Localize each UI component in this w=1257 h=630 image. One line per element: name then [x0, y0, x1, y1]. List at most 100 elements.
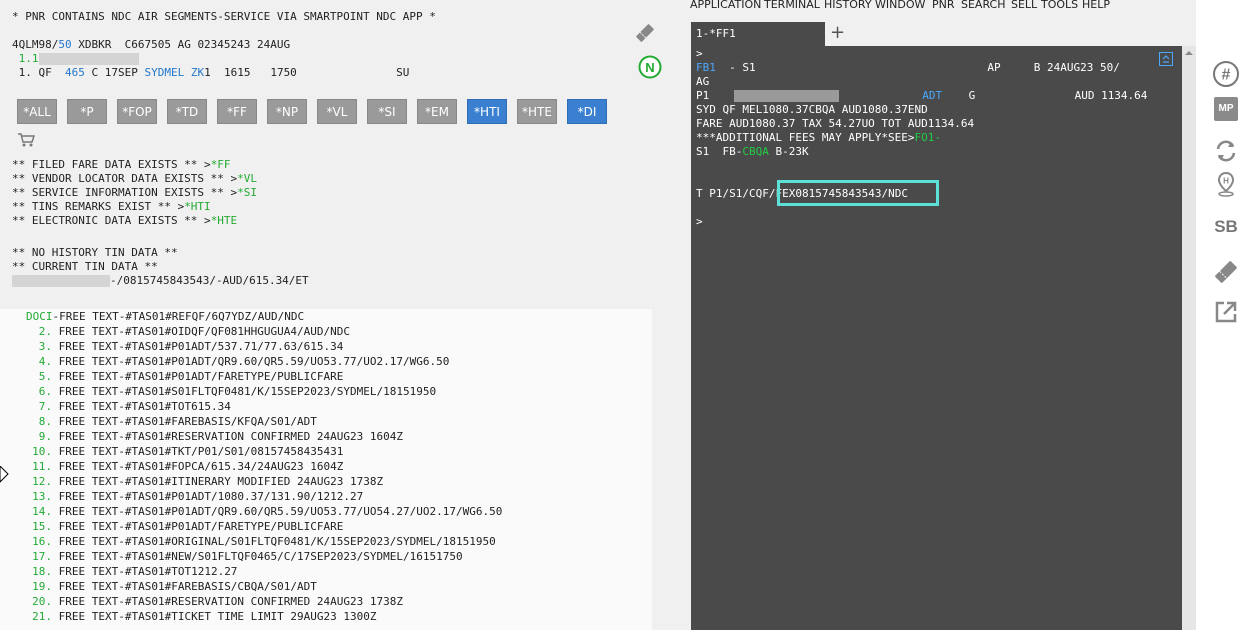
free-text-number[interactable]: 4. — [0, 354, 52, 369]
left-scroll-track[interactable] — [652, 309, 680, 630]
free-text-number[interactable]: 16. — [0, 534, 52, 549]
btn-ff[interactable]: *FF — [217, 99, 257, 124]
free-text-number[interactable]: 21. — [0, 609, 52, 624]
free-text-number[interactable]: 18. — [0, 564, 52, 579]
free-text-number[interactable]: 8. — [0, 414, 52, 429]
doci-text: -FREE TEXT-#TAS01#REFQF/6Q7YDZ/AUD/NDC — [52, 310, 305, 323]
btn-td[interactable]: *TD — [167, 99, 207, 124]
btn-hti[interactable]: *HTI — [467, 99, 507, 124]
mp-label: MP — [1214, 97, 1238, 121]
btn-hte[interactable]: *HTE — [517, 99, 557, 124]
add-tab-button[interactable]: + — [830, 22, 845, 43]
btn-em[interactable]: *EM — [417, 99, 457, 124]
prompt: > — [696, 215, 703, 228]
fb1-line: FB1 - S1 AP B 24AUG23 50/ — [696, 61, 1120, 75]
terminal-scrollbar[interactable] — [1182, 46, 1196, 630]
free-text-value: FREE TEXT-#TAS01#S01FLTQF0481/K/15SEP202… — [58, 385, 437, 398]
free-text-number[interactable]: 6. — [0, 384, 52, 399]
btn-di[interactable]: *DI — [567, 99, 607, 124]
menu-history[interactable]: HISTORY — [824, 0, 872, 11]
ag-line: AG — [696, 75, 710, 88]
ndc-n-icon[interactable]: N — [638, 55, 662, 79]
segment-status-link[interactable]: ZK — [184, 66, 204, 79]
free-text-number[interactable]: 15. — [0, 519, 52, 534]
fees-link[interactable]: FO1- — [915, 131, 942, 144]
free-text-number[interactable]: 17. — [0, 549, 52, 564]
menu-help[interactable]: HELP — [1082, 0, 1110, 11]
info-line-hti: ** TINS REMARKS EXIST ** >*HTI — [12, 200, 211, 214]
menu-tools[interactable]: TOOLS — [1041, 0, 1078, 11]
sb-icon[interactable]: SB — [1212, 217, 1240, 245]
free-text-number[interactable]: 14. — [0, 504, 52, 519]
free-text-row: 4. FREE TEXT-#TAS01#P01ADT/QR9.60/QR5.59… — [0, 354, 450, 369]
info-link-si[interactable]: *SI — [237, 186, 257, 199]
prompt: > — [696, 47, 703, 60]
free-text-number[interactable]: 5. — [0, 369, 52, 384]
free-text-number[interactable]: 9. — [0, 429, 52, 444]
s1-farebasis-link[interactable]: CBQA — [742, 145, 769, 158]
info-link-hti[interactable]: *HTI — [184, 200, 211, 213]
menu-window[interactable]: WINDOW — [875, 0, 925, 11]
menu-search[interactable]: SEARCH — [961, 0, 1006, 11]
info-text: ** VENDOR LOCATOR DATA EXISTS ** > — [12, 172, 238, 185]
free-text-row: 7. FREE TEXT-#TAS01#TOT615.34 — [0, 399, 231, 414]
free-text-row: 6. FREE TEXT-#TAS01#S01FLTQF0481/K/15SEP… — [0, 384, 436, 399]
menu-application[interactable]: APPLICATION — [690, 0, 761, 11]
hash-icon[interactable]: # — [1212, 60, 1240, 88]
menu-sell[interactable]: SELL — [1011, 0, 1037, 11]
menu-pnr[interactable]: PNR — [932, 0, 955, 11]
menu-terminal[interactable]: TERMINAL — [764, 0, 820, 11]
free-text-number[interactable]: 7. — [0, 399, 52, 414]
free-text-value: FREE TEXT-#TAS01#RESERVATION CONFIRMED 2… — [58, 430, 403, 443]
scroll-up-icon[interactable] — [1182, 48, 1196, 58]
free-text-value: FREE TEXT-#TAS01#P01ADT/FARETYPE/PUBLICF… — [58, 370, 344, 383]
ticket-icon[interactable] — [634, 22, 656, 44]
free-text-value: FREE TEXT-#TAS01#P01ADT/1080.37/131.90/1… — [58, 490, 364, 503]
free-text-row: 14. FREE TEXT-#TAS01#P01ADT/QR9.60/QR5.5… — [0, 504, 502, 519]
hotel-location-icon[interactable]: H — [1212, 170, 1240, 198]
passenger-line: 1.1 — [12, 52, 139, 66]
ticket-icon[interactable] — [1212, 258, 1240, 286]
info-link-hte[interactable]: *HTE — [211, 214, 238, 227]
terminal-screen[interactable]: > FB1 - S1 AP B 24AUG23 50/ AG P1 ADT G A… — [691, 46, 1182, 630]
info-link-ff[interactable]: *FF — [211, 158, 231, 171]
free-text-row: 13. FREE TEXT-#TAS01#P01ADT/1080.37/131.… — [0, 489, 363, 504]
free-text-value: FREE TEXT-#TAS01#ITINERARY MODIFIED 24AU… — [58, 475, 384, 488]
doci-line: DOCI-FREE TEXT-#TAS01#REFQF/6Q7YDZ/AUD/N… — [26, 309, 304, 324]
fb1-link[interactable]: FB1 — [696, 61, 716, 74]
fare-total-line: FARE AUD1080.37 TAX 54.27UO TOT AUD1134.… — [696, 117, 975, 130]
btn-vl[interactable]: *VL — [317, 99, 357, 124]
free-text-number[interactable]: 2. — [0, 324, 52, 339]
info-line-vl: ** VENDOR LOCATOR DATA EXISTS ** >*VL — [12, 172, 257, 186]
free-text-number[interactable]: 20. — [0, 594, 52, 609]
mouse-cursor — [0, 466, 10, 506]
fees-line: ***ADDITIONAL FEES MAY APPLY*SEE>FO1- — [696, 131, 941, 145]
svg-text:#: # — [1222, 67, 1231, 84]
btn-all[interactable]: *ALL — [17, 99, 57, 124]
cart-icon[interactable] — [17, 132, 36, 148]
free-text-row: 18. FREE TEXT-#TAS01#TOT1212.27 — [0, 564, 237, 579]
record-locator-details: XDBKR C667505 AG 02345243 24AUG — [71, 38, 291, 51]
free-text-number[interactable]: 10. — [0, 444, 52, 459]
segment-line: 1. QF 465 C 17SEP SYDMEL ZK1 1615 1750 S… — [12, 66, 410, 80]
collapse-icon[interactable] — [1159, 52, 1173, 66]
external-link-icon[interactable] — [1212, 298, 1240, 326]
info-link-vl[interactable]: *VL — [237, 172, 257, 185]
free-text-number[interactable]: 19. — [0, 579, 52, 594]
btn-fop[interactable]: *FOP — [117, 99, 157, 124]
tab-terminal-1[interactable]: 1-*FF1 — [691, 22, 825, 46]
btn-p[interactable]: *P — [67, 99, 107, 124]
info-line-ff: ** FILED FARE DATA EXISTS ** >*FF — [12, 158, 231, 172]
mp-icon[interactable]: MP — [1212, 97, 1240, 125]
doci-label[interactable]: DOCI — [26, 310, 53, 323]
refresh-icon[interactable] — [1212, 137, 1240, 165]
p1-adt-link[interactable]: ADT — [922, 89, 942, 102]
segment-flight-link[interactable]: 465 — [65, 66, 85, 79]
btn-si[interactable]: *SI — [367, 99, 407, 124]
right-sidebar: # MP H SB — [1196, 0, 1257, 630]
btn-np[interactable]: *NP — [267, 99, 307, 124]
p1-label: P1 — [696, 89, 710, 102]
segment-citypair-link[interactable]: SYDMEL — [144, 66, 184, 79]
free-text-number[interactable]: 3. — [0, 339, 52, 354]
free-text-list: DOCI-FREE TEXT-#TAS01#REFQF/6Q7YDZ/AUD/N… — [0, 309, 654, 630]
